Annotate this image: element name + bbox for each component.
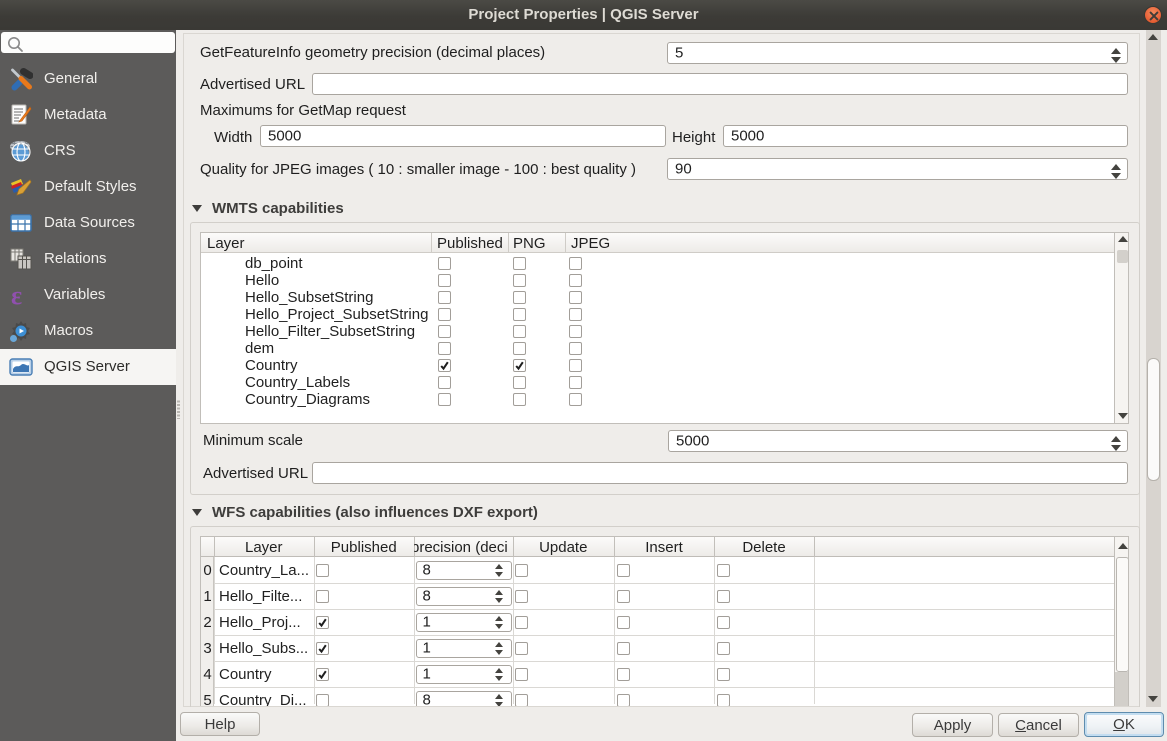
svg-text:ε: ε xyxy=(11,283,22,307)
